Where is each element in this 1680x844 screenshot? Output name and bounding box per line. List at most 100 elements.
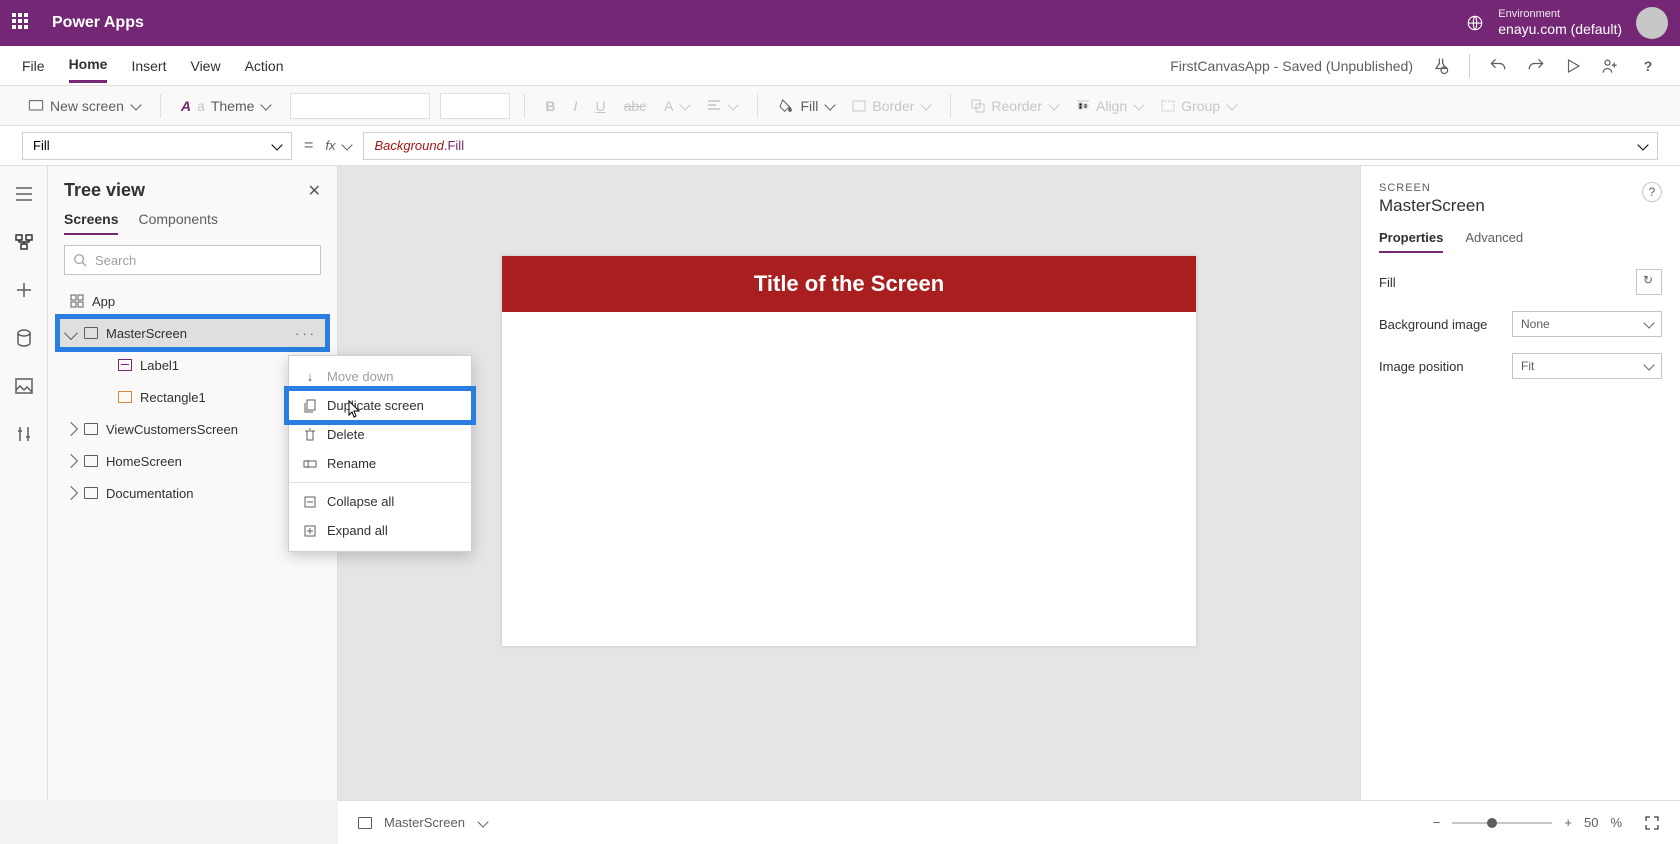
checker-icon[interactable] — [1431, 56, 1451, 76]
font-size-select[interactable] — [440, 93, 510, 119]
cursor-icon — [348, 400, 362, 418]
environment-picker[interactable]: Environment enayu.com (default) — [1498, 8, 1622, 38]
chevron-down-icon — [1637, 139, 1648, 150]
menu-action[interactable]: Action — [245, 50, 284, 82]
waffle-icon[interactable] — [12, 13, 32, 33]
align-button[interactable]: Align — [1070, 98, 1149, 114]
expand-caret-icon[interactable] — [64, 326, 78, 340]
underline-button[interactable]: U — [589, 98, 611, 114]
fit-to-screen-icon[interactable] — [1644, 815, 1660, 831]
expand-caret-icon[interactable] — [64, 422, 78, 436]
rename-icon — [303, 457, 317, 471]
zoom-out-button[interactable]: − — [1433, 815, 1441, 830]
play-icon[interactable] — [1564, 57, 1582, 75]
tree-item-homescreen[interactable]: HomeScreen — [58, 445, 327, 477]
prop-label-imgpos: Image position — [1379, 359, 1464, 374]
ctx-duplicate-screen[interactable]: Duplicate screen — [289, 391, 471, 420]
ctx-expand-all[interactable]: Expand all — [289, 516, 471, 545]
tab-screens[interactable]: Screens — [64, 211, 118, 235]
properties-panel: SCREEN MasterScreen ? Properties Advance… — [1360, 166, 1680, 800]
ctx-rename[interactable]: Rename — [289, 449, 471, 478]
hamburger-icon[interactable] — [14, 184, 34, 204]
tree-item-masterscreen[interactable]: MasterScreen ··· — [58, 317, 327, 349]
tree-item-app[interactable]: App — [58, 285, 327, 317]
ribbon: New screen Aa Theme B I U abc A Fill Bor… — [0, 86, 1680, 126]
chevron-down-icon — [130, 99, 141, 110]
group-button[interactable]: Group — [1155, 98, 1242, 114]
menu-file[interactable]: File — [22, 50, 45, 82]
info-icon[interactable]: ? — [1642, 182, 1662, 202]
advanced-tools-icon[interactable] — [14, 424, 34, 444]
fill-color-button[interactable] — [1636, 269, 1662, 295]
arrow-down-icon: ↓ — [303, 370, 317, 384]
chevron-down-icon — [1643, 359, 1654, 370]
redo-icon[interactable] — [1526, 56, 1546, 76]
italic-button[interactable]: I — [568, 98, 584, 114]
tab-advanced[interactable]: Advanced — [1465, 230, 1523, 253]
media-icon[interactable] — [14, 376, 34, 396]
prop-label-fill: Fill — [1379, 275, 1396, 290]
font-color-button[interactable]: A — [658, 98, 695, 114]
data-icon[interactable] — [14, 328, 34, 348]
context-menu: ↓ Move down Duplicate screen Delete Rena… — [288, 355, 472, 552]
bgimage-select[interactable]: None — [1512, 311, 1662, 337]
property-select[interactable]: Fill — [22, 132, 292, 160]
chevron-down-icon[interactable] — [477, 816, 488, 827]
bold-button[interactable]: B — [539, 98, 561, 114]
tree-view-icon[interactable] — [14, 232, 34, 252]
insert-icon[interactable] — [14, 280, 34, 300]
zoom-slider[interactable] — [1452, 822, 1552, 824]
tree-view-title: Tree view — [64, 180, 145, 201]
avatar[interactable] — [1636, 7, 1668, 39]
new-screen-button[interactable]: New screen — [22, 98, 146, 114]
screen-icon — [84, 423, 98, 435]
close-icon[interactable]: ✕ — [308, 181, 321, 201]
expand-icon — [303, 524, 317, 538]
main: Tree view ✕ Screens Components Search Ap… — [0, 166, 1680, 800]
app-canvas[interactable]: Title of the Screen — [502, 256, 1196, 646]
expand-caret-icon[interactable] — [64, 454, 78, 468]
menu-home[interactable]: Home — [69, 48, 108, 83]
tab-properties[interactable]: Properties — [1379, 230, 1443, 253]
ctx-delete[interactable]: Delete — [289, 420, 471, 449]
zoom-in-button[interactable]: + — [1564, 815, 1572, 830]
text-align-button[interactable] — [701, 100, 743, 112]
tree-item-viewcustomers[interactable]: ViewCustomersScreen — [58, 413, 327, 445]
ctx-move-down[interactable]: ↓ Move down — [289, 362, 471, 391]
global-header: Power Apps Environment enayu.com (defaul… — [0, 0, 1680, 46]
collapse-icon — [303, 495, 317, 509]
delete-icon — [303, 428, 317, 442]
app-status: FirstCanvasApp - Saved (Unpublished) — [1170, 58, 1413, 74]
menu-insert[interactable]: Insert — [131, 50, 166, 82]
menu-view[interactable]: View — [190, 50, 220, 82]
ctx-collapse-all[interactable]: Collapse all — [289, 487, 471, 516]
undo-icon[interactable] — [1488, 56, 1508, 76]
expand-caret-icon[interactable] — [64, 486, 78, 500]
fill-button[interactable]: Fill — [772, 98, 840, 114]
environment-icon — [1466, 14, 1484, 32]
border-button[interactable]: Border — [846, 98, 936, 114]
share-icon[interactable] — [1600, 56, 1620, 76]
formula-input[interactable]: Background.Fill — [363, 132, 1658, 160]
chevron-down-icon — [261, 99, 272, 110]
reorder-button[interactable]: Reorder — [965, 98, 1064, 114]
font-family-select[interactable] — [290, 93, 430, 119]
tree-search-input[interactable]: Search — [64, 245, 321, 275]
imgpos-select[interactable]: Fit — [1512, 353, 1662, 379]
strike-button[interactable]: abc — [618, 98, 653, 114]
footer-screen-name[interactable]: MasterScreen — [384, 815, 465, 830]
left-rail — [0, 166, 48, 800]
more-options-icon[interactable]: ··· — [295, 326, 317, 341]
fx-icon[interactable]: fx — [325, 138, 351, 153]
theme-button[interactable]: Aa Theme — [175, 98, 277, 114]
tree-item-label1[interactable]: Label1 — [58, 349, 327, 381]
screen-icon — [84, 455, 98, 467]
rectangle-icon — [118, 391, 132, 403]
help-icon[interactable]: ? — [1638, 56, 1658, 76]
tab-components[interactable]: Components — [138, 211, 217, 235]
tree-item-rectangle1[interactable]: Rectangle1 — [58, 381, 327, 413]
tree-item-documentation[interactable]: Documentation — [58, 477, 327, 509]
title-band[interactable]: Title of the Screen — [502, 256, 1196, 312]
zoom-value: 50 — [1584, 815, 1598, 830]
screen-icon — [358, 817, 372, 829]
